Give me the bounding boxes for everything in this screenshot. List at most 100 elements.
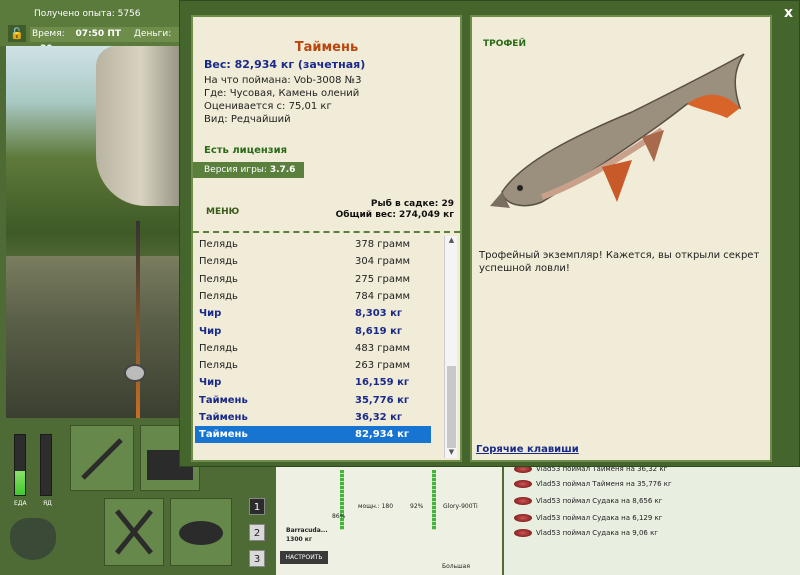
slot-3-button[interactable]: 3 bbox=[249, 550, 265, 567]
catch-fish-name: Таймень bbox=[199, 429, 248, 441]
rod-condition: 86% bbox=[332, 513, 346, 520]
chat-line: Vlad53 поймал Судака на 9,06 кг bbox=[514, 529, 658, 537]
chat-line: Vlad53 поймал Судака на 8,656 кг bbox=[514, 497, 662, 505]
catch-fish-name: Пелядь bbox=[199, 273, 238, 285]
cauldron-icon[interactable] bbox=[10, 518, 56, 560]
rod-name: Barracuda... bbox=[286, 527, 328, 534]
catch-fish-name: Таймень bbox=[199, 412, 248, 423]
reel-condition-bar bbox=[432, 470, 436, 530]
catch-row[interactable]: Пелядь 378 грамм bbox=[195, 236, 431, 253]
rod-tools-button[interactable] bbox=[70, 425, 134, 491]
fish-name: Таймень bbox=[294, 40, 359, 55]
caught-on: На что поймана: Vob-3008 №3 bbox=[204, 75, 362, 86]
fork-knife-icon bbox=[115, 509, 153, 555]
fish-guide-button[interactable] bbox=[170, 498, 232, 566]
catch-dialog: x Таймень Вес: 82,934 кг (зачетная) На ч… bbox=[179, 0, 800, 467]
catch-fish-weight: 263 грамм bbox=[355, 360, 411, 372]
catch-value: Оценивается с: 75,01 кг bbox=[204, 101, 332, 112]
fishing-scene[interactable] bbox=[6, 46, 180, 418]
adjust-button[interactable]: НАСТРОИТЬ bbox=[280, 551, 328, 564]
chat-log: Vlad53 поймал Тайменя на 36,32 кг Vlad53… bbox=[504, 462, 800, 575]
catch-fish-name: Чир bbox=[199, 308, 222, 320]
time-money-bar: Время: 07:50 ПТ Деньги: 30 bbox=[30, 27, 180, 54]
time-label: Время: bbox=[32, 29, 65, 39]
lock-icon[interactable]: 🔓 bbox=[8, 25, 26, 42]
rod-condition-bar bbox=[340, 470, 344, 530]
rod-test: 1300 кг bbox=[286, 536, 312, 543]
fish-weight: Вес: 82,934 кг (зачетная) bbox=[204, 58, 366, 71]
catch-fish-name: Чир bbox=[199, 377, 222, 389]
catch-fish-name: Пелядь bbox=[199, 342, 238, 354]
catch-fish-weight: 378 грамм bbox=[355, 239, 411, 250]
catch-fish-name: Пелядь bbox=[199, 256, 238, 268]
catch-row[interactable]: Пелядь 483 грамм bbox=[195, 340, 431, 357]
catch-row[interactable]: Пелядь 304 грамм bbox=[195, 253, 431, 270]
time-value: 07:50 ПТ bbox=[75, 29, 121, 39]
catch-fish-name: Пелядь bbox=[199, 360, 238, 372]
menu-link[interactable]: МЕНЮ bbox=[206, 207, 239, 217]
catch-list-scrollbar[interactable]: ▲ ▼ bbox=[444, 236, 457, 458]
taimen-fish-image bbox=[490, 53, 745, 208]
trophy-card: ТРОФЕЙ Трофейный экземпляр! Кажется, вы … bbox=[470, 15, 772, 462]
catch-fish-name: Пелядь bbox=[199, 290, 238, 302]
catch-list[interactable]: Пелядь 378 грамм Пелядь 304 грамм Пелядь 275 … bbox=[193, 235, 444, 464]
keepnet-weight: Общий вес: 274,049 кг bbox=[335, 210, 454, 220]
fish-icon bbox=[514, 529, 532, 537]
food-meter bbox=[14, 434, 26, 496]
catch-row[interactable]: Чир 16,159 кг bbox=[195, 374, 431, 391]
catch-fish-weight: 8,303 кг bbox=[355, 308, 403, 320]
license-status: Есть лицензия bbox=[204, 145, 288, 156]
catch-fish-weight: 483 грамм bbox=[355, 342, 411, 354]
poison-meter bbox=[40, 434, 52, 496]
catch-location: Где: Чусовая, Камень олений bbox=[204, 88, 360, 99]
catch-row[interactable]: Таймень 36,32 кг bbox=[195, 409, 431, 426]
catch-fish-weight: 82,934 кг bbox=[355, 429, 410, 441]
catch-details-card: Таймень Вес: 82,934 кг (зачетная) На что… bbox=[191, 15, 462, 462]
slot-2-button[interactable]: 2 bbox=[249, 524, 265, 541]
slot-1-button[interactable]: 1 bbox=[249, 498, 265, 515]
fish-icon bbox=[514, 514, 532, 522]
catch-fish-weight: 784 грамм bbox=[355, 290, 411, 302]
line-name: Glory-900Ti bbox=[443, 503, 478, 510]
keepnet-count: Рыб в садке: 29 bbox=[370, 199, 454, 209]
food-meter-fill bbox=[15, 471, 25, 495]
catch-fish-weight: 8,619 кг bbox=[355, 325, 403, 337]
poison-label: ЯД bbox=[43, 500, 52, 507]
food-button[interactable] bbox=[104, 498, 164, 566]
scroll-thumb[interactable] bbox=[447, 366, 456, 448]
catch-row[interactable]: Чир 8,619 кг bbox=[195, 323, 431, 340]
river-water bbox=[6, 256, 180, 418]
reel-icon bbox=[124, 364, 146, 382]
catch-fish-weight: 275 грамм bbox=[355, 273, 411, 285]
catch-row[interactable]: Чир 8,303 кг bbox=[195, 305, 431, 322]
catch-row[interactable]: Пелядь 784 грамм bbox=[195, 288, 431, 305]
scroll-up-icon[interactable]: ▲ bbox=[445, 236, 458, 246]
reel-power: мощн.: 180 bbox=[358, 503, 394, 510]
catch-fish-weight: 16,159 кг bbox=[355, 377, 410, 389]
catch-fish-name: Чир bbox=[199, 325, 222, 337]
game-version: Версия игры: 3.7.6 bbox=[193, 162, 304, 178]
catch-row[interactable]: Таймень 82,934 кг bbox=[195, 426, 431, 444]
hotkeys-link[interactable]: Горячие клавиши bbox=[476, 444, 579, 455]
chat-line: Vlad53 поймал Судака на 6,129 кг bbox=[514, 514, 662, 522]
catch-fish-weight: 304 грамм bbox=[355, 256, 411, 268]
fish-rarity: Вид: Редчайший bbox=[204, 114, 291, 125]
lure-size: Большая bbox=[442, 563, 470, 570]
food-label: ЕДА bbox=[14, 500, 27, 507]
experience-label: Получено опыта: 5756 bbox=[34, 9, 141, 19]
reel-condition: 92% bbox=[410, 503, 424, 510]
fish-icon bbox=[179, 521, 223, 545]
catch-row[interactable]: Пелядь 275 грамм bbox=[195, 271, 431, 288]
fish-icon bbox=[514, 480, 532, 488]
rod-icon bbox=[81, 438, 123, 480]
close-button[interactable]: x bbox=[784, 5, 793, 21]
fish-icon bbox=[514, 497, 532, 505]
scroll-down-icon[interactable]: ▼ bbox=[445, 448, 458, 458]
catch-fish-name: Пелядь bbox=[199, 239, 238, 250]
catch-fish-name: Таймень bbox=[199, 394, 248, 406]
catch-row[interactable]: Пелядь 263 грамм bbox=[195, 357, 431, 374]
chat-line: Vlad53 поймал Тайменя на 35,776 кг bbox=[514, 480, 672, 488]
keepnet-summary: Рыб в садке: 29 Общий вес: 274,049 кг bbox=[336, 199, 454, 221]
catch-row[interactable]: Таймень 35,776 кг bbox=[195, 392, 431, 409]
trophy-message: Трофейный экземпляр! Кажется, вы открыли… bbox=[479, 250, 760, 274]
